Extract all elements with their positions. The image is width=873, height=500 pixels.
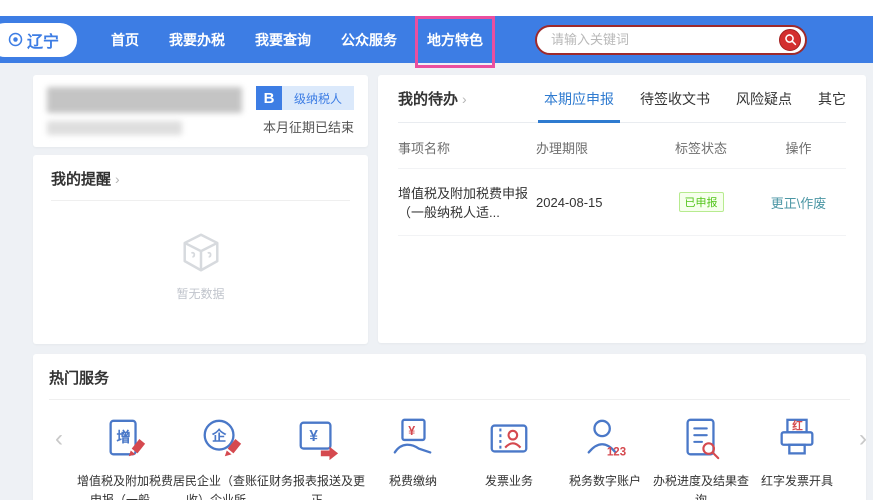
search-input[interactable] <box>551 32 780 47</box>
column-header-item-name: 事项名称 <box>398 141 451 156</box>
todo-item-name: 增值税及附加税费申报（一般纳税人适... <box>398 186 529 220</box>
status-badge: 已申报 <box>678 192 724 212</box>
search-bar <box>535 24 808 55</box>
redacted-taxpayer-name <box>47 87 242 135</box>
my-reminders-panel: 我的提醒 › 暂无数据 <box>33 155 368 344</box>
tax-digital-account-icon: 123 <box>587 419 626 458</box>
service-label: 办税进度及结果查询 <box>653 474 750 500</box>
filing-period-status: 本月征期已结束 <box>262 120 354 135</box>
top-navbar: 辽宁 首页 我要办税 我要查询 公众服务 地方特色 <box>0 15 873 68</box>
tab-documents-to-sign[interactable]: 待签收文书 <box>640 89 710 109</box>
carousel-right-arrow[interactable]: › <box>853 416 873 462</box>
resident-enterprise-icon: 企 <box>203 419 242 457</box>
service-label: 税务数字账户 <box>568 474 641 488</box>
vat-declaration-icon: 增 <box>109 419 146 457</box>
service-invoice-business[interactable]: 发票业务 <box>461 416 557 500</box>
todo-tabs: 本期应申报 待签收文书 风险疑点 其它 <box>538 89 846 123</box>
chevron-right-icon: › <box>462 90 467 107</box>
taxpayer-info-card: B 级纳税人 本月征期已结束 <box>33 75 368 147</box>
svg-text:红: 红 <box>792 419 803 432</box>
search-button[interactable] <box>779 28 802 51</box>
service-items: 增 增值税及附加税费申报（一般... 企 居民企业（查账征收）企业所... ¥ … <box>69 416 853 500</box>
nav-item-tax-handling[interactable]: 我要办税 <box>169 24 225 56</box>
service-tax-digital-account[interactable]: 123 税务数字账户 <box>557 416 653 500</box>
tab-risk-issues[interactable]: 风险疑点 <box>736 89 792 109</box>
my-todo-header[interactable]: 我的待办 › <box>398 88 467 109</box>
service-financial-report[interactable]: ¥ 财务报表报送及更正 <box>269 416 365 500</box>
my-todo-panel: 我的待办 › 本期应申报 待签收文书 风险疑点 其它 事项名称 办理期限 标签状… <box>378 75 866 343</box>
service-label: 财务报表报送及更正 <box>269 474 366 500</box>
empty-box-icon <box>182 233 219 272</box>
service-progress-result-query[interactable]: 办税进度及结果查询 <box>653 416 749 500</box>
empty-state: 暂无数据 <box>51 201 350 331</box>
correct-void-link[interactable]: 更正\作废 <box>751 193 846 212</box>
tax-payment-icon: ¥ <box>393 418 432 454</box>
tax-progress-query-icon <box>686 418 720 460</box>
nav-item-query[interactable]: 我要查询 <box>255 24 311 56</box>
service-label: 发票业务 <box>484 474 533 488</box>
financial-report-icon: ¥ <box>299 421 339 461</box>
tab-current-period-filing[interactable]: 本期应申报 <box>538 89 620 123</box>
logo-region-label: 辽宁 <box>27 33 60 51</box>
red-invoice-icon: 红 <box>780 418 814 455</box>
todo-item-deadline: 2024-08-15 <box>536 194 603 210</box>
svg-text:¥: ¥ <box>408 424 415 438</box>
my-todo-title: 我的待办 <box>398 91 459 108</box>
grade-label: 级纳税人 <box>281 86 354 110</box>
hot-services-title: 热门服务 <box>49 370 110 387</box>
svg-text:¥: ¥ <box>309 428 318 445</box>
main-nav: 首页 我要办税 我要查询 公众服务 地方特色 <box>111 15 513 68</box>
empty-state-text: 暂无数据 <box>176 287 225 301</box>
chevron-right-icon: › <box>115 170 120 187</box>
search-icon <box>784 34 796 46</box>
service-red-invoice-issue[interactable]: 红 红字发票开具 <box>749 416 845 500</box>
service-label: 税费缴纳 <box>388 474 437 488</box>
service-label: 居民企业（查账征收）企业所... <box>173 474 270 500</box>
nav-item-local-features[interactable]: 地方特色 <box>415 15 496 68</box>
top-white-strip <box>0 0 873 16</box>
grade-letter: B <box>255 86 282 110</box>
svg-text:企: 企 <box>211 427 227 445</box>
nav-item-public-services[interactable]: 公众服务 <box>341 24 397 56</box>
site-logo[interactable]: 辽宁 <box>0 22 78 57</box>
service-vat-declaration[interactable]: 增 增值税及附加税费申报（一般... <box>77 416 173 500</box>
service-label: 红字发票开具 <box>760 474 833 488</box>
column-header-action: 操作 <box>785 141 812 156</box>
nav-item-local-features-label: 地方特色 <box>427 31 484 48</box>
redacted-text-block <box>47 87 242 113</box>
todo-table-header: 事项名称 办理期限 标签状态 操作 <box>398 123 846 169</box>
service-label: 增值税及附加税费申报（一般... <box>77 474 174 500</box>
main-content: B 级纳税人 本月征期已结束 我的提醒 › 暂无数据 我的待办 › 本期应申报 … <box>0 63 873 500</box>
hot-services-panel: 热门服务 ‹ 增 增值税及附加税费申报（一般... 企 居民企业（查账征收）企业… <box>33 354 867 500</box>
invoice-business-icon <box>490 424 528 453</box>
svg-text:123: 123 <box>607 446 626 458</box>
service-tax-payment[interactable]: ¥ 税费缴纳 <box>365 416 461 500</box>
redacted-text-block <box>47 121 182 135</box>
my-reminders-title: 我的提醒 <box>51 171 112 188</box>
service-resident-enterprise-tax[interactable]: 企 居民企业（查账征收）企业所... <box>173 416 269 500</box>
column-header-status: 标签状态 <box>674 141 727 156</box>
column-header-deadline: 办理期限 <box>536 141 589 156</box>
nav-item-home[interactable]: 首页 <box>111 24 139 56</box>
svg-text:增: 增 <box>116 428 130 446</box>
carousel-left-arrow[interactable]: ‹ <box>49 416 69 462</box>
taxpayer-grade-badge: B 级纳税人 <box>255 86 354 110</box>
tab-other[interactable]: 其它 <box>818 89 846 109</box>
my-reminders-header[interactable]: 我的提醒 › <box>51 168 350 201</box>
tax-bureau-emblem-icon <box>8 32 23 47</box>
todo-table-row: 增值税及附加税费申报（一般纳税人适... 2024-08-15 已申报 更正\作… <box>398 169 846 236</box>
